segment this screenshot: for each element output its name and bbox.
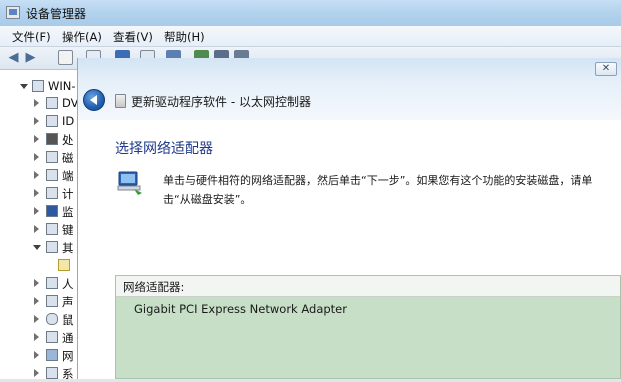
ide-controller-icon xyxy=(46,115,58,127)
expand-icon[interactable] xyxy=(34,99,39,107)
monitor-icon xyxy=(46,205,58,217)
dvd-drive-icon xyxy=(46,97,58,109)
tree-label: 监 xyxy=(62,205,74,219)
menu-view[interactable]: 查看(V) xyxy=(113,29,153,45)
processor-icon xyxy=(46,133,58,145)
system-device-icon xyxy=(46,367,58,379)
tree-node[interactable]: 网 xyxy=(0,347,78,364)
update-driver-dialog: ✕ 更新驱动程序软件 - 以太网控制器 选择网络适配器 单击与硬件相符的网络适配… xyxy=(77,58,621,379)
tree-label: 其 xyxy=(62,241,74,255)
tree-node[interactable]: 监 xyxy=(0,203,78,220)
tree-label: 声 xyxy=(62,295,74,309)
tree-node[interactable]: 磁 xyxy=(0,149,78,166)
menu-action[interactable]: 操作(A) xyxy=(62,29,102,45)
network-adapter-list[interactable]: 网络适配器: Gigabit PCI Express Network Adapt… xyxy=(115,275,621,379)
mouse-icon xyxy=(46,313,58,325)
network-adapter-icon xyxy=(46,349,58,361)
tree-label: 鼠 xyxy=(62,313,74,327)
expand-icon[interactable] xyxy=(34,351,39,359)
tree-label: 端 xyxy=(62,169,74,183)
port-icon xyxy=(46,169,58,181)
tree-node-unknown-device[interactable] xyxy=(0,257,78,274)
tree-node[interactable]: DV xyxy=(0,95,79,112)
tree-node[interactable]: 通 xyxy=(0,329,78,346)
expand-icon[interactable] xyxy=(34,189,39,197)
list-header: 网络适配器: xyxy=(116,276,620,297)
expand-icon[interactable] xyxy=(34,297,39,305)
device-tree: WIN- DV ID 处 磁 端 计 监 键 其 人 声 鼠 通 网 系 xyxy=(0,70,79,382)
menu-help[interactable]: 帮助(H) xyxy=(164,29,205,45)
tree-label: 处 xyxy=(62,133,74,147)
back-arrow-icon[interactable]: ◀ xyxy=(6,50,21,65)
tree-label: WIN- xyxy=(48,79,76,93)
tree-node[interactable]: 键 xyxy=(0,221,78,238)
device-icon xyxy=(115,94,126,108)
tree-node[interactable]: 鼠 xyxy=(0,311,78,328)
menu-bar: 文件(F) 操作(A) 查看(V) 帮助(H) xyxy=(0,26,621,47)
device-manager-titlebar: 设备管理器 xyxy=(0,0,621,26)
window-title: 设备管理器 xyxy=(26,7,87,21)
tree-label: 人 xyxy=(62,277,74,291)
device-manager-icon xyxy=(6,6,20,19)
tree-label: ID xyxy=(62,114,75,128)
list-header-label: 网络适配器: xyxy=(123,280,185,294)
usb-icon xyxy=(46,331,58,343)
instruction-text: 单击与硬件相符的网络适配器，然后单击“下一步”。如果您有这个功能的安装磁盘，请单… xyxy=(163,174,593,206)
expand-icon[interactable] xyxy=(34,207,39,215)
other-devices-icon xyxy=(46,241,58,253)
menu-file[interactable]: 文件(F) xyxy=(12,29,51,45)
tree-node[interactable]: 计 xyxy=(0,185,78,202)
tree-node[interactable]: 声 xyxy=(0,293,78,310)
disk-drive-icon xyxy=(46,151,58,163)
computer-icon xyxy=(32,80,44,92)
forward-arrow-icon[interactable]: ▶ xyxy=(23,50,38,65)
wizard-title: 更新驱动程序软件 - 以太网控制器 xyxy=(131,95,311,109)
expand-icon[interactable] xyxy=(34,153,39,161)
dialog-header: ✕ 更新驱动程序软件 - 以太网控制器 xyxy=(78,58,621,120)
tree-label: 通 xyxy=(62,331,74,345)
tree-node[interactable]: 处 xyxy=(0,131,78,148)
expand-icon[interactable] xyxy=(34,369,39,377)
properties-icon[interactable] xyxy=(58,50,73,65)
close-button[interactable]: ✕ xyxy=(595,62,617,76)
back-button[interactable] xyxy=(83,89,105,111)
tree-node[interactable]: ID xyxy=(0,113,78,130)
keyboard-icon xyxy=(46,223,58,235)
tree-node[interactable]: 端 xyxy=(0,167,78,184)
tree-label: 键 xyxy=(62,223,74,237)
hid-icon xyxy=(46,277,58,289)
tree-label: 网 xyxy=(62,349,74,363)
tree-node[interactable]: 人 xyxy=(0,275,78,292)
computer-icon xyxy=(46,187,58,199)
expand-icon[interactable] xyxy=(34,135,39,143)
tree-node-computer[interactable]: WIN- xyxy=(0,78,78,95)
expand-icon[interactable] xyxy=(34,279,39,287)
collapse-icon[interactable] xyxy=(33,245,41,250)
expand-icon[interactable] xyxy=(34,225,39,233)
tree-node[interactable]: 其 xyxy=(0,239,78,256)
expand-icon[interactable] xyxy=(34,315,39,323)
collapse-icon[interactable] xyxy=(20,84,28,89)
list-item[interactable]: Gigabit PCI Express Network Adapter xyxy=(134,302,347,316)
unknown-device-icon xyxy=(58,259,70,271)
expand-icon[interactable] xyxy=(34,333,39,341)
network-adapter-icon xyxy=(117,171,142,195)
expand-icon[interactable] xyxy=(34,117,39,125)
tree-label: 计 xyxy=(62,187,74,201)
tree-node[interactable]: 系 xyxy=(0,365,78,382)
tree-label: 系 xyxy=(62,367,74,381)
tree-label: 磁 xyxy=(62,151,74,165)
expand-icon[interactable] xyxy=(34,171,39,179)
sound-icon xyxy=(46,295,58,307)
page-heading: 选择网络适配器 xyxy=(115,141,213,157)
